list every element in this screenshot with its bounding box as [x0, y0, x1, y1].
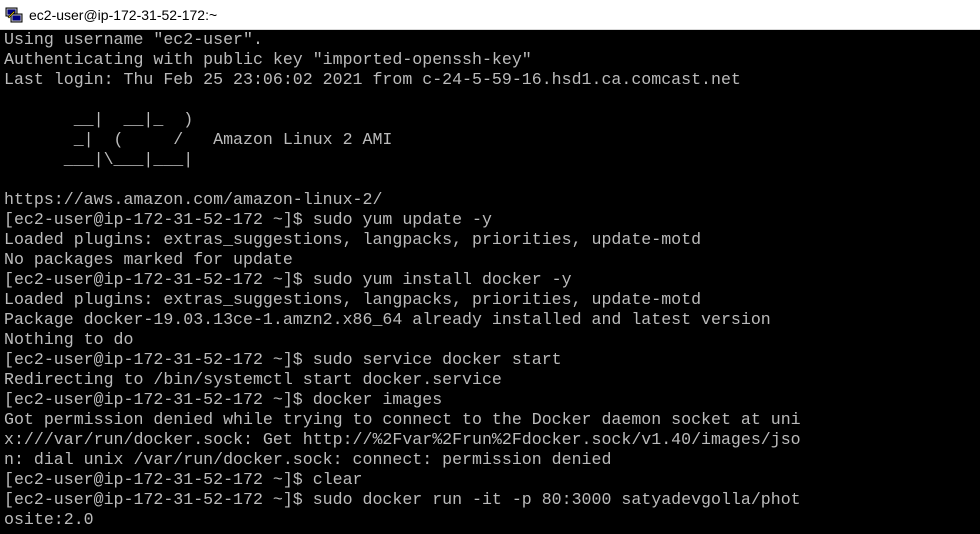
terminal-line: Nothing to do: [4, 330, 134, 349]
terminal-line: Redirecting to /bin/systemctl start dock…: [4, 370, 502, 389]
terminal-line: [ec2-user@ip-172-31-52-172 ~]$ sudo serv…: [4, 350, 562, 369]
terminal-line: Got permission denied while trying to co…: [4, 410, 801, 429]
terminal-line: osite:2.0: [4, 510, 94, 529]
terminal-line: [ec2-user@ip-172-31-52-172 ~]$ sudo dock…: [4, 490, 801, 509]
terminal-line: n: dial unix /var/run/docker.sock: conne…: [4, 450, 612, 469]
terminal-line: [ec2-user@ip-172-31-52-172 ~]$ clear: [4, 470, 363, 489]
window-title: ec2-user@ip-172-31-52-172:~: [29, 6, 218, 23]
terminal-line: [ec2-user@ip-172-31-52-172 ~]$ sudo yum …: [4, 270, 572, 289]
terminal-line: ___|\___|___|: [4, 150, 194, 169]
terminal-line: https://aws.amazon.com/amazon-linux-2/: [4, 190, 383, 209]
title-bar[interactable]: ec2-user@ip-172-31-52-172:~: [0, 0, 980, 30]
putty-terminal-icon[interactable]: [5, 6, 23, 24]
terminal-line: x:///var/run/docker.sock: Get http://%2F…: [4, 430, 801, 449]
terminal-line: Using username "ec2-user".: [4, 30, 263, 49]
terminal-line: Authenticating with public key "imported…: [4, 50, 532, 69]
terminal-line: [ec2-user@ip-172-31-52-172 ~]$ docker im…: [4, 390, 443, 409]
terminal-line: __| __|_ ): [4, 110, 194, 129]
terminal-output[interactable]: Using username "ec2-user". Authenticating…: [0, 30, 980, 534]
terminal-line: Last login: Thu Feb 25 23:06:02 2021 fro…: [4, 70, 741, 89]
terminal-line: Loaded plugins: extras_suggestions, lang…: [4, 290, 702, 309]
terminal-line: No packages marked for update: [4, 250, 293, 269]
terminal-line: _| ( / Amazon Linux 2 AMI: [4, 130, 393, 149]
terminal-line: Loaded plugins: extras_suggestions, lang…: [4, 230, 702, 249]
terminal-line: [ec2-user@ip-172-31-52-172 ~]$ sudo yum …: [4, 210, 492, 229]
putty-window: ec2-user@ip-172-31-52-172:~ Using userna…: [0, 0, 980, 534]
terminal-line: Package docker-19.03.13ce-1.amzn2.x86_64…: [4, 310, 771, 329]
